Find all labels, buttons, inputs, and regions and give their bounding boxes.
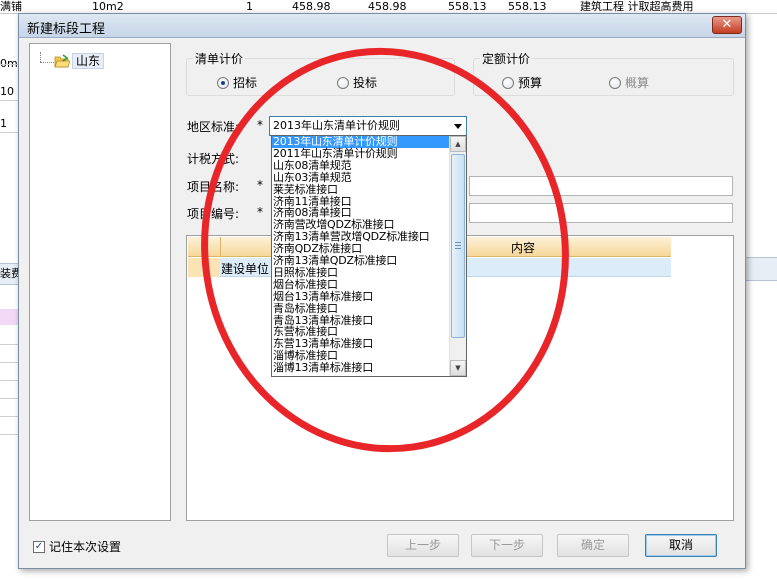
scroll-up-button[interactable]: ▲ — [450, 136, 466, 152]
chevron-down-icon — [454, 124, 462, 129]
region-standard-select[interactable]: 2013年山东清单计价规则 — [269, 116, 467, 136]
scroll-down-button[interactable]: ▼ — [450, 360, 466, 376]
project-code-label: 项目编号: — [187, 207, 240, 221]
tax-method-label: 计税方式: — [187, 152, 240, 166]
arrow-up-icon: ▲ — [455, 140, 461, 148]
radio-yusuan[interactable]: 预算 — [502, 74, 542, 91]
required-mark: * — [257, 205, 263, 219]
radio-unchecked-icon — [609, 76, 621, 89]
dropdown-option[interactable]: 烟台13清单标准接口 — [272, 290, 373, 303]
grid-header-content: 内容 — [511, 241, 536, 255]
close-icon: ✕ — [721, 17, 733, 32]
dropdown-option[interactable]: 莱芜标准接口 — [272, 183, 338, 196]
project-name-input[interactable] — [469, 176, 733, 196]
dialog-titlebar[interactable]: 新建标段工程 ✕ — [19, 14, 745, 38]
project-code-input[interactable] — [469, 203, 733, 223]
bg-right-tab[interactable] — [746, 257, 777, 281]
region-standard-label: 地区标准: — [187, 120, 240, 134]
dinge-group-legend: 定额计价 — [480, 50, 533, 67]
radio-toubiao-label: 投标 — [353, 76, 378, 90]
scrollbar-thumb[interactable] — [451, 154, 465, 338]
next-step-button[interactable]: 下一步 — [471, 534, 543, 557]
radio-gaisuan-label: 概算 — [625, 76, 650, 90]
qingdan-group-legend: 清单计价 — [193, 50, 246, 67]
bg-left-text: 1 — [0, 117, 7, 130]
bg-left-text: 10 — [0, 85, 14, 98]
cancel-button[interactable]: 取消 — [645, 534, 717, 557]
checkbox-checked-icon: ✓ — [33, 540, 45, 553]
project-name-label: 项目名称: — [187, 180, 240, 194]
region-standard-dropdown-list[interactable]: 2013年山东清单计价规则 2011年山东清单计价规则 山东08清单规范 山东03清单… — [271, 135, 467, 377]
dropdown-option[interactable]: 烟台标准接口 — [272, 278, 338, 291]
dropdown-option[interactable]: 山东08清单规范 — [272, 159, 352, 172]
background-spreadsheet-row: 满铺 10m2 1 458.98 458.98 558.13 558.13 建筑… — [0, 0, 777, 14]
remember-settings-checkbox[interactable]: ✓ 记住本次设置 — [33, 538, 121, 555]
radio-checked-icon — [217, 76, 229, 89]
dropdown-option[interactable]: 山东03清单规范 — [272, 171, 352, 184]
bg-cell-price4: 558.13 — [508, 0, 547, 13]
radio-gaisuan[interactable]: 概算 — [609, 74, 649, 91]
bg-cell-name: 满铺 — [0, 0, 22, 13]
folder-open-icon — [54, 54, 70, 68]
radio-unchecked-icon — [337, 76, 349, 89]
dinge-pricing-group: 定额计价 预算 概算 — [473, 50, 734, 96]
required-mark: * — [257, 178, 263, 192]
close-button[interactable]: ✕ — [712, 16, 742, 34]
tree-item-shandong[interactable]: 山东 — [72, 53, 105, 69]
ok-button[interactable]: 确定 — [557, 534, 629, 557]
bg-cell-unit: 10m2 — [92, 0, 124, 13]
bg-cell-desc: 建筑工程 计取超高费用 — [580, 0, 694, 13]
background-right-strip — [746, 14, 777, 581]
region-standard-value: 2013年山东清单计价规则 — [270, 118, 400, 134]
remember-settings-label: 记住本次设置 — [49, 540, 122, 554]
dropdown-scrollbar[interactable]: ▲ ▼ — [449, 136, 466, 376]
dropdown-option[interactable]: 淄博13清单标准接口 — [272, 362, 373, 374]
arrow-down-icon: ▼ — [455, 364, 461, 372]
bg-cell-price2: 458.98 — [368, 0, 407, 13]
bg-cell-price1: 458.98 — [292, 0, 331, 13]
tree-connector — [40, 52, 41, 62]
radio-toubiao[interactable]: 投标 — [337, 74, 377, 91]
prev-step-button[interactable]: 上一步 — [387, 534, 459, 557]
bg-cell-price3: 558.13 — [448, 0, 487, 13]
grip-icon — [455, 242, 461, 249]
region-tree: 山东 — [29, 43, 171, 521]
radio-zhaobiao-label: 招标 — [233, 76, 258, 90]
grid-cell-builder: 建设单位 — [221, 262, 270, 276]
radio-yusuan-label: 预算 — [518, 76, 543, 90]
dropdown-option[interactable]: 青岛标准接口 — [272, 302, 338, 315]
required-mark: * — [257, 118, 263, 132]
row-header-cell — [188, 258, 220, 277]
grid-column-separator — [220, 237, 221, 257]
radio-unchecked-icon — [502, 76, 514, 89]
qingdan-pricing-group: 清单计价 招标 投标 — [186, 50, 455, 96]
radio-zhaobiao[interactable]: 招标 — [217, 74, 257, 91]
bg-cell-qty: 1 — [246, 0, 253, 13]
dialog-title: 新建标段工程 — [27, 22, 106, 37]
tree-connector — [40, 62, 54, 63]
